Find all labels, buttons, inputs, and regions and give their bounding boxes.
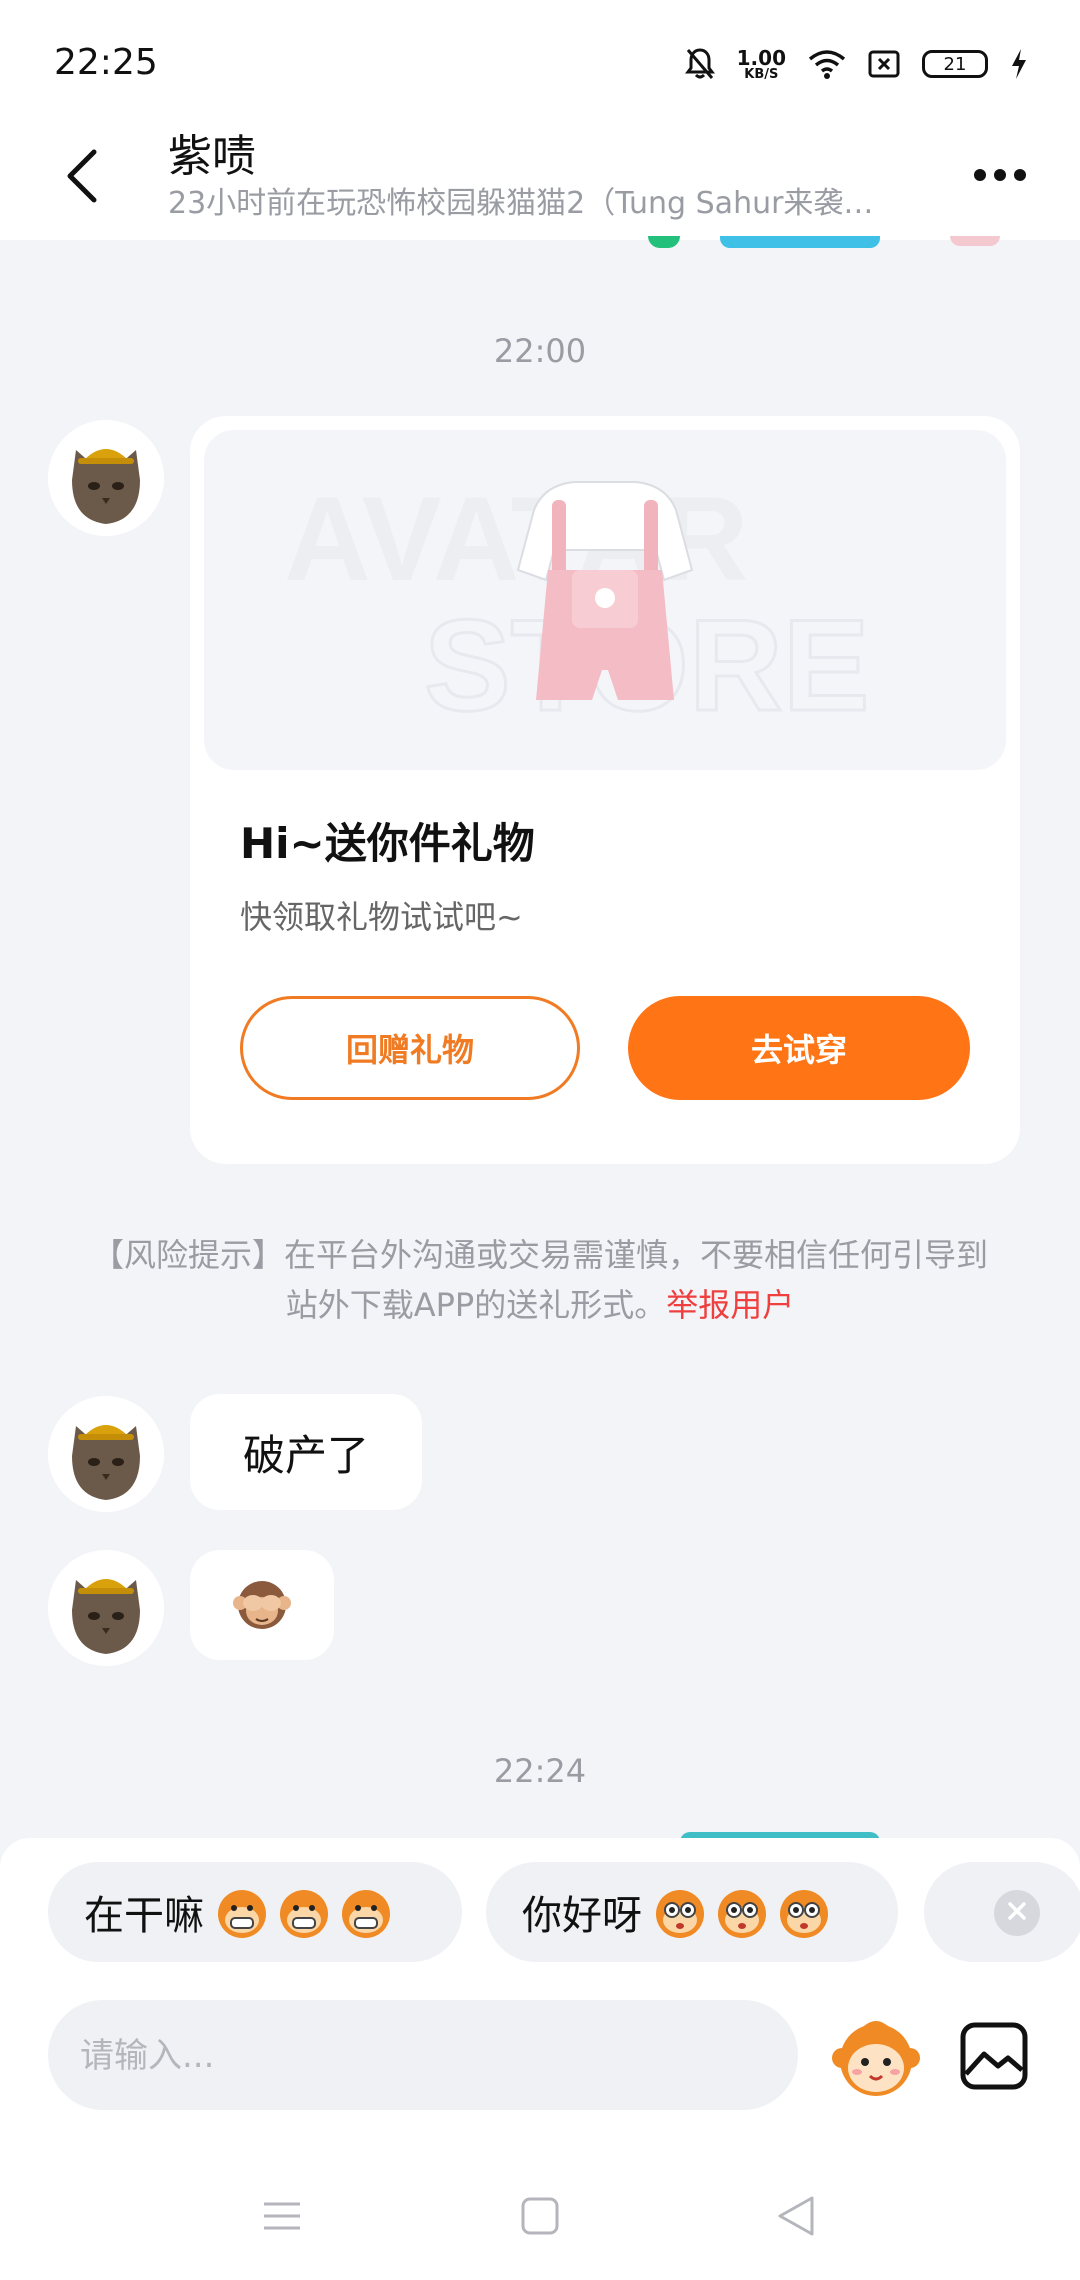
emoji-message-bubble[interactable] bbox=[190, 1550, 334, 1660]
wide-eyed-monkey-emoji bbox=[650, 1882, 836, 1942]
more-button[interactable] bbox=[960, 150, 1040, 200]
message-input[interactable] bbox=[78, 2000, 802, 2112]
scrolled-item-edge bbox=[720, 236, 880, 248]
report-user-link[interactable]: 举报用户 bbox=[666, 1286, 794, 1324]
close-suggestions-button[interactable] bbox=[994, 1890, 1040, 1936]
more-icon-dot bbox=[974, 169, 986, 181]
gift-card[interactable]: AVATAR STORE Hi~送你件礼物 快领取礼物试试吧~ 回赠礼物 去试穿 bbox=[190, 416, 1020, 1164]
gift-title: Hi~送你件礼物 bbox=[240, 819, 535, 868]
quick-reply-text: 你好呀 bbox=[522, 1893, 642, 1939]
status-bar: 22:25 1.00 KB/S 21 bbox=[0, 0, 1080, 120]
see-no-evil-monkey-emoji bbox=[232, 1573, 292, 1637]
gift-description: 快领取礼物试试吧~ bbox=[240, 898, 523, 936]
image-button[interactable] bbox=[958, 2020, 1030, 2092]
back-triangle-icon bbox=[776, 2194, 816, 2242]
system-nav-bar bbox=[0, 2176, 1080, 2256]
return-gift-button[interactable]: 回赠礼物 bbox=[240, 996, 580, 1100]
back-arrow-icon bbox=[64, 148, 100, 208]
status-icons: 1.00 KB/S 21 bbox=[684, 44, 1028, 84]
risk-notice-text: 【风险提示】在平台外沟通或交易需谨慎，不要相信任何引导到站外下载APP的送礼形式… bbox=[91, 1236, 988, 1324]
try-on-button[interactable]: 去试穿 bbox=[628, 996, 970, 1100]
grinning-monkey-emoji bbox=[212, 1882, 398, 1942]
message-input-box[interactable] bbox=[48, 2000, 802, 2112]
net-speed-value: 1.00 bbox=[736, 45, 786, 70]
status-time: 22:25 bbox=[54, 42, 158, 83]
message-text: 破产了 bbox=[242, 1430, 369, 1480]
avatar[interactable] bbox=[48, 420, 164, 536]
wifi-icon bbox=[808, 48, 846, 80]
net-speed: 1.00 KB/S bbox=[737, 48, 786, 81]
home-icon bbox=[520, 2196, 560, 2240]
system-back-button[interactable] bbox=[766, 2188, 826, 2248]
net-speed-unit: KB/S bbox=[744, 66, 779, 82]
chat-header: 紫啧 23小时前在玩恐怖校园躲猫猫2（Tung Sahur来袭… bbox=[0, 120, 1080, 240]
emoji-button[interactable] bbox=[830, 2010, 922, 2102]
more-icon-dot bbox=[1014, 169, 1026, 181]
quick-reply-chip[interactable]: 在干嘛 bbox=[48, 1862, 462, 1962]
battery-icon: 21 bbox=[922, 50, 988, 78]
quick-reply-text: 在干嘛 bbox=[84, 1893, 204, 1939]
timestamp: 22:24 bbox=[493, 1752, 587, 1790]
gift-image[interactable]: AVATAR STORE bbox=[204, 430, 1006, 770]
monkey-face-icon bbox=[830, 2021, 922, 2106]
menu-icon bbox=[262, 2198, 302, 2238]
mute-bell-icon bbox=[684, 47, 715, 81]
avatar[interactable] bbox=[48, 1396, 164, 1512]
charging-icon bbox=[1010, 48, 1028, 80]
timestamp: 22:00 bbox=[493, 332, 587, 370]
more-icon-dot bbox=[994, 169, 1006, 181]
avatar[interactable] bbox=[48, 1550, 164, 1666]
risk-notice: 【风险提示】在平台外沟通或交易需谨慎，不要相信任何引导到站外下载APP的送礼形式… bbox=[90, 1230, 990, 1330]
quick-reply-chip[interactable]: 你好呀 bbox=[486, 1862, 898, 1962]
menu-button[interactable] bbox=[252, 2188, 312, 2248]
home-button[interactable] bbox=[510, 2188, 570, 2248]
message-bubble[interactable]: 破产了 bbox=[190, 1394, 422, 1510]
back-button[interactable] bbox=[52, 138, 112, 218]
sim-icon bbox=[868, 50, 900, 78]
chat-title[interactable]: 紫啧 bbox=[168, 120, 256, 184]
close-icon bbox=[1006, 1900, 1028, 1926]
scrolled-item-edge bbox=[648, 236, 680, 248]
image-icon bbox=[958, 2022, 1030, 2096]
chat-subtitle: 23小时前在玩恐怖校园躲猫猫2（Tung Sahur来袭… bbox=[168, 186, 874, 221]
scrolled-item-edge bbox=[950, 236, 1000, 246]
